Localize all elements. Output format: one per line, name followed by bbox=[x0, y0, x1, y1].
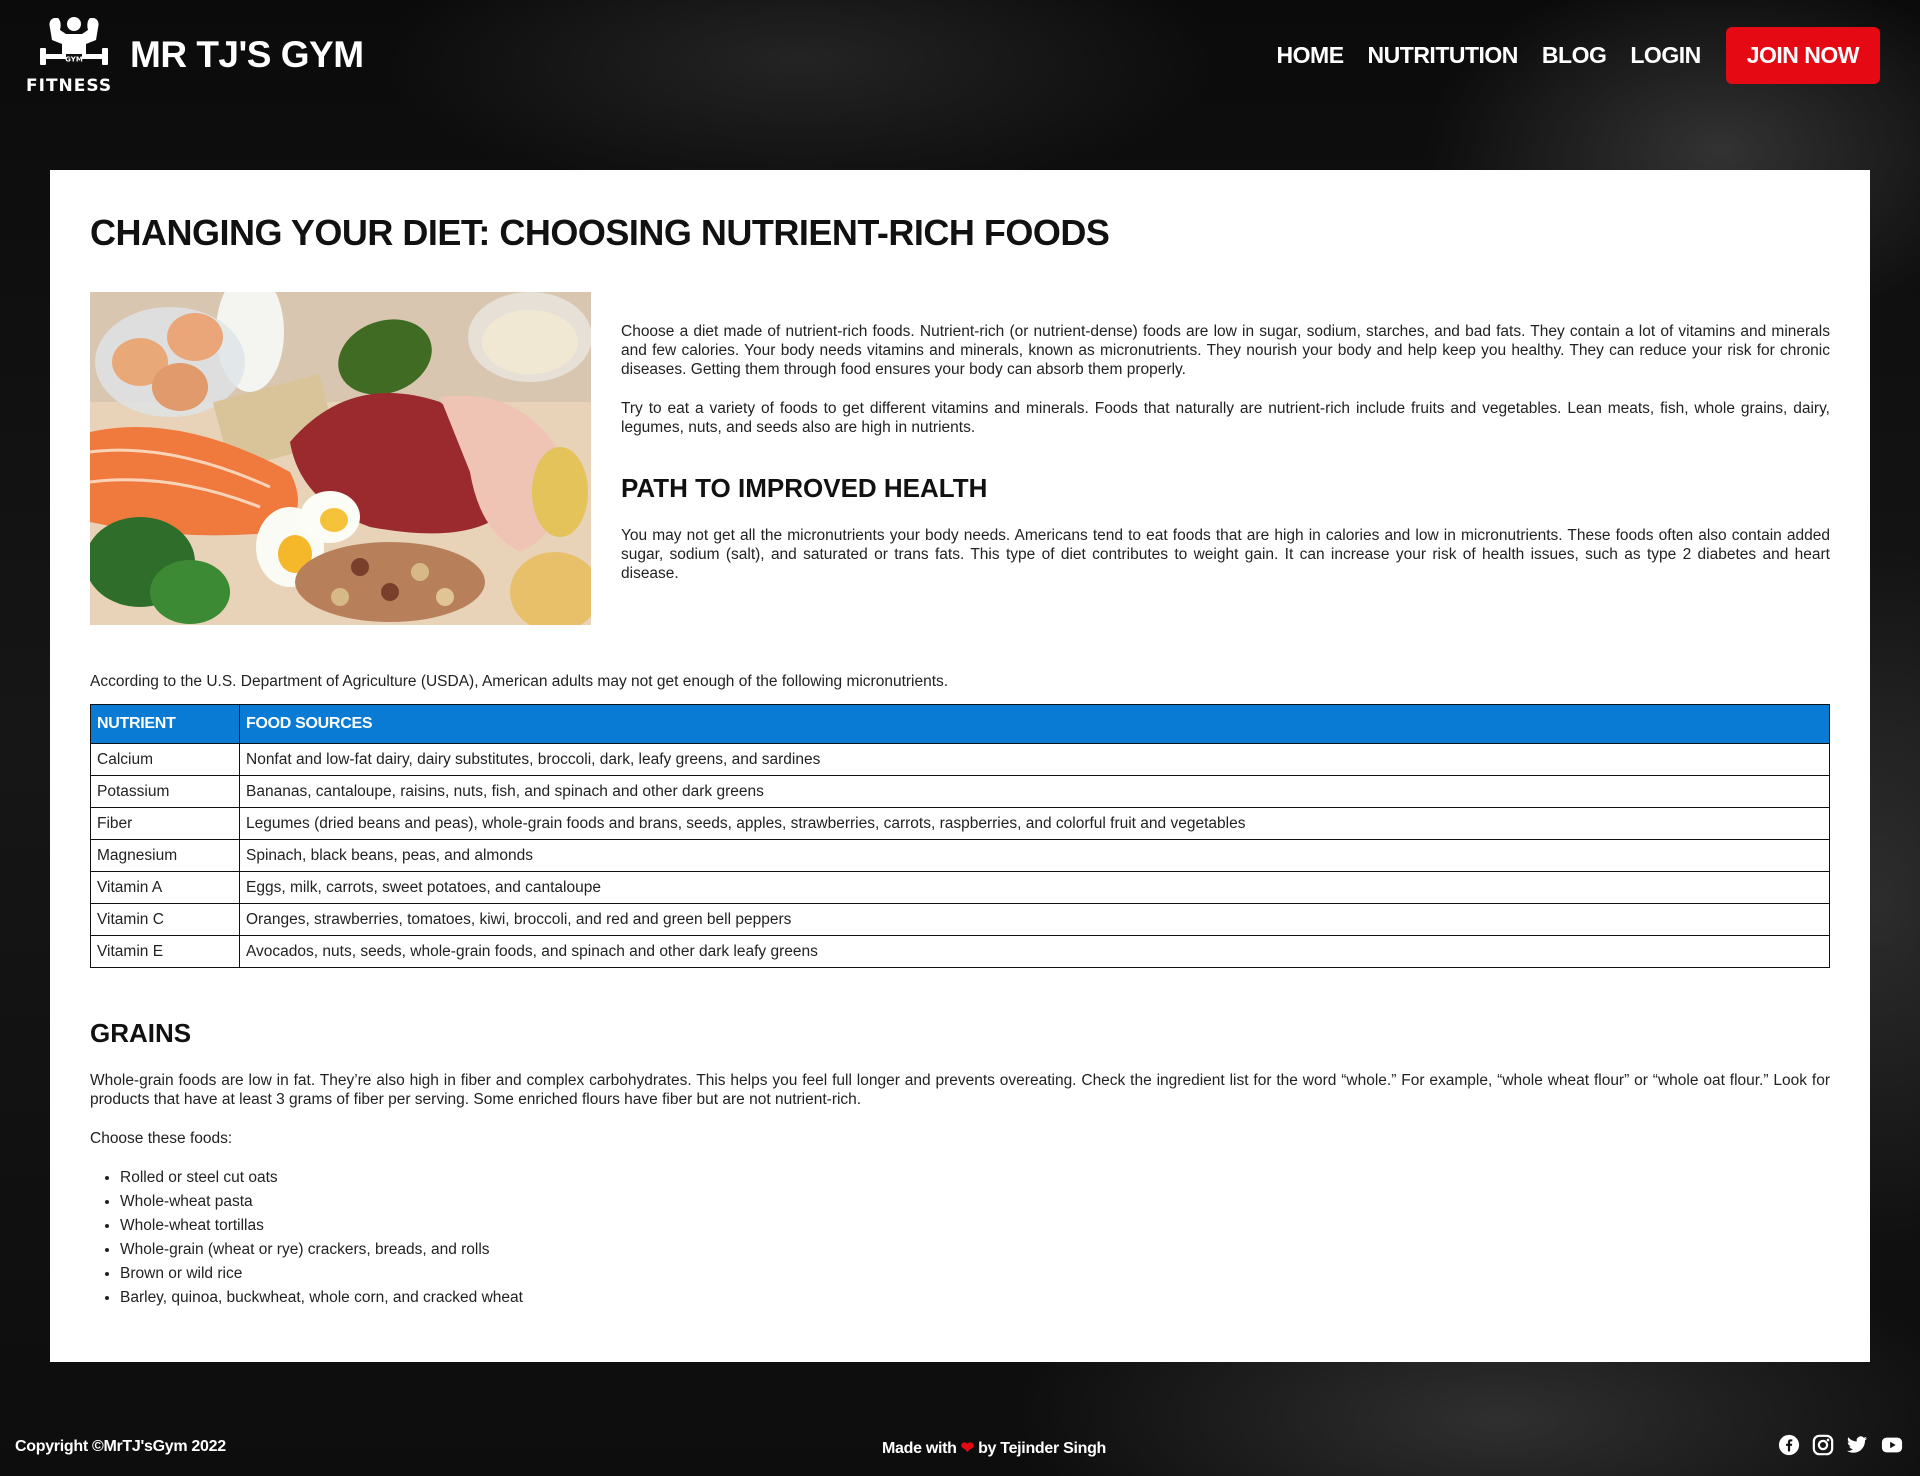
food-illustration bbox=[90, 292, 591, 625]
logo-text: FITNESS bbox=[26, 76, 113, 96]
grains-heading: GRAINS bbox=[90, 1018, 192, 1048]
bodybuilder-logo-icon: GYM bbox=[40, 17, 108, 65]
made-suffix: by Tejinder Singh bbox=[978, 1440, 1107, 1457]
made-prefix: Made with bbox=[882, 1440, 957, 1457]
list-item: Whole-wheat tortillas bbox=[120, 1214, 1830, 1238]
usda-text: According to the U.S. Department of Agri… bbox=[90, 673, 949, 690]
food-sources-cell: Eggs, milk, carrots, sweet potatoes, and… bbox=[239, 871, 1830, 904]
choose-foods-text: Choose these foods: bbox=[90, 1130, 233, 1147]
main-nav: HOME NUTRITUTION BLOG LOGIN JOIN NOW bbox=[1253, 27, 1880, 84]
list-item: Rolled or steel cut oats bbox=[120, 1166, 1830, 1190]
table-header-food-sources: FOOD SOURCES bbox=[239, 704, 1830, 744]
nutrient-cell: Vitamin C bbox=[90, 903, 240, 936]
table-row: Magnesium Spinach, black beans, peas, an… bbox=[90, 839, 1830, 872]
twitter-icon[interactable] bbox=[1846, 1434, 1870, 1458]
foods-list: Rolled or steel cut oats Whole-wheat pas… bbox=[90, 1166, 1830, 1310]
food-sources-cell: Legumes (dried beans and peas), whole-gr… bbox=[239, 807, 1830, 840]
nav-home[interactable]: HOME bbox=[1277, 42, 1345, 69]
social-links bbox=[1768, 1434, 1904, 1458]
table-header-nutrient: NUTRIENT bbox=[90, 704, 240, 744]
site-title[interactable]: MR TJ'S GYM bbox=[130, 34, 364, 76]
nutrient-cell: Magnesium bbox=[90, 839, 240, 872]
table-row: Vitamin C Oranges, strawberries, tomatoe… bbox=[90, 903, 1830, 936]
table-row: Potassium Bananas, cantaloupe, raisins, … bbox=[90, 775, 1830, 808]
join-now-button[interactable]: JOIN NOW bbox=[1725, 27, 1880, 84]
made-with-text: Made with ❤ by Tejinder Singh bbox=[882, 1438, 1106, 1458]
instagram-icon[interactable] bbox=[1812, 1434, 1836, 1458]
nav-blog[interactable]: BLOG bbox=[1542, 42, 1607, 69]
nutrient-table: NUTRIENT FOOD SOURCES Calcium Nonfat and… bbox=[90, 704, 1830, 968]
food-photo bbox=[90, 292, 591, 625]
nutrient-cell: Vitamin A bbox=[90, 871, 240, 904]
path-heading: PATH TO IMPROVED HEALTH bbox=[621, 473, 988, 503]
food-sources-cell: Bananas, cantaloupe, raisins, nuts, fish… bbox=[239, 775, 1830, 808]
nav-login[interactable]: LOGIN bbox=[1630, 42, 1701, 69]
food-sources-cell: Spinach, black beans, peas, and almonds bbox=[239, 839, 1830, 872]
path-paragraph: You may not get all the micronutrients y… bbox=[621, 527, 1830, 582]
food-sources-cell: Oranges, strawberries, tomatoes, kiwi, b… bbox=[239, 903, 1830, 936]
nutrient-cell: Vitamin E bbox=[90, 935, 240, 968]
gym-logo[interactable]: GYM FITNESS bbox=[26, 14, 122, 96]
nutrient-cell: Potassium bbox=[90, 775, 240, 808]
table-header-row: NUTRIENT FOOD SOURCES bbox=[90, 704, 1830, 744]
grains-paragraph: Whole-grain foods are low in fat. They’r… bbox=[90, 1072, 1830, 1108]
food-sources-cell: Nonfat and low-fat dairy, dairy substitu… bbox=[239, 743, 1830, 776]
nav-nutrition[interactable]: NUTRITUTION bbox=[1368, 42, 1519, 69]
article-card: CHANGING YOUR DIET: CHOOSING NUTRIENT-RI… bbox=[50, 170, 1870, 1362]
intro-section: Choose a diet made of nutrient-rich food… bbox=[90, 292, 1830, 625]
list-item: Brown or wild rice bbox=[120, 1262, 1830, 1286]
list-item: Whole-wheat pasta bbox=[120, 1190, 1830, 1214]
youtube-icon[interactable] bbox=[1880, 1434, 1904, 1458]
site-header: GYM FITNESS MR TJ'S GYM HOME NUTRITUTION… bbox=[0, 0, 1920, 170]
list-item: Whole-grain (wheat or rye) crackers, bre… bbox=[120, 1238, 1830, 1262]
logo-badge-text: GYM bbox=[65, 56, 83, 64]
table-row: Vitamin E Avocados, nuts, seeds, whole-g… bbox=[90, 935, 1830, 968]
intro-paragraph-2: Try to eat a variety of foods to get dif… bbox=[621, 400, 1830, 436]
heart-icon: ❤ bbox=[960, 1440, 974, 1457]
copyright-text: Copyright ©MrTJ'sGym 2022 bbox=[15, 1438, 226, 1455]
nutrient-cell: Fiber bbox=[90, 807, 240, 840]
food-sources-cell: Avocados, nuts, seeds, whole-grain foods… bbox=[239, 935, 1830, 968]
intro-paragraph-1: Choose a diet made of nutrient-rich food… bbox=[621, 323, 1830, 378]
site-footer: Copyright ©MrTJ'sGym 2022 Made with ❤ by… bbox=[0, 1430, 1920, 1466]
list-item: Barley, quinoa, buckwheat, whole corn, a… bbox=[120, 1286, 1830, 1310]
facebook-icon[interactable] bbox=[1778, 1434, 1802, 1458]
intro-text: Choose a diet made of nutrient-rich food… bbox=[621, 292, 1830, 625]
page-title: CHANGING YOUR DIET: CHOOSING NUTRIENT-RI… bbox=[90, 212, 1110, 253]
table-row: Calcium Nonfat and low-fat dairy, dairy … bbox=[90, 743, 1830, 776]
table-row: Vitamin A Eggs, milk, carrots, sweet pot… bbox=[90, 871, 1830, 904]
nutrient-cell: Calcium bbox=[90, 743, 240, 776]
table-row: Fiber Legumes (dried beans and peas), wh… bbox=[90, 807, 1830, 840]
